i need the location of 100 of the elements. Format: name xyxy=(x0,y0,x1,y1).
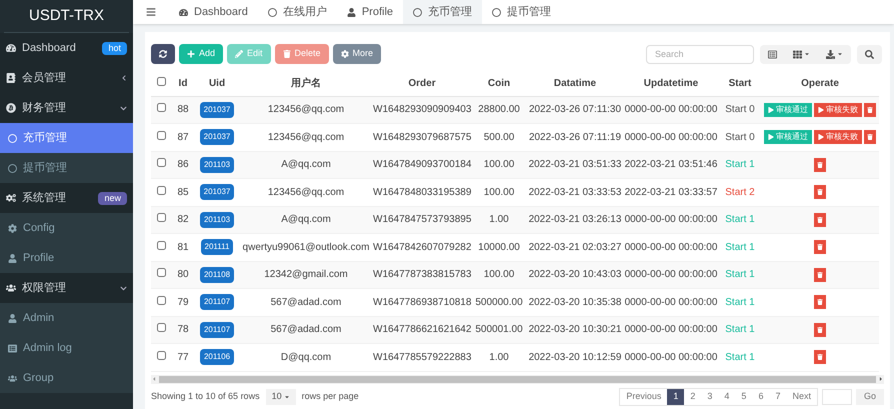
column-header: Id xyxy=(171,72,195,96)
page-link[interactable]: 4 xyxy=(718,388,736,404)
approve-button[interactable]: 审核通过 xyxy=(764,102,812,117)
row-checkbox[interactable] xyxy=(156,296,166,305)
status-text: Start 1 xyxy=(719,206,761,234)
approve-button[interactable]: 审核通过 xyxy=(764,130,812,144)
scrollbar-thumb[interactable] xyxy=(159,376,876,382)
user-icon xyxy=(8,254,17,262)
table-cell: W1648293079687575 xyxy=(373,124,471,151)
status-text: Start 1 xyxy=(719,261,761,288)
row-checkbox[interactable] xyxy=(156,103,166,112)
page-link[interactable]: 1 xyxy=(667,388,684,404)
delete-row-button[interactable] xyxy=(864,102,876,117)
sidebar-subitem[interactable]: 提币管理 xyxy=(0,153,133,183)
caret-icon xyxy=(284,394,290,400)
page-link[interactable]: 5 xyxy=(735,388,752,404)
sidebar-item[interactable]: 会员管理 xyxy=(0,63,133,93)
page-link[interactable]: 6 xyxy=(752,388,770,404)
row-checkbox[interactable] xyxy=(156,213,166,222)
row-checkbox[interactable] xyxy=(156,130,166,140)
delete-row-button[interactable] xyxy=(814,268,826,282)
delete-row-button[interactable] xyxy=(814,158,826,172)
delete-row-button[interactable] xyxy=(814,212,826,227)
table-cell: 2022-03-20 10:35:38 xyxy=(527,288,623,316)
horizontal-scrollbar[interactable] xyxy=(151,374,884,384)
tab-label: Profile xyxy=(362,4,394,20)
page-link[interactable]: Next xyxy=(786,388,817,404)
table-cell: 2022-03-21 02:03:27 xyxy=(527,234,623,261)
row-checkbox[interactable] xyxy=(156,158,166,168)
table-cell: 567@adad.com xyxy=(239,316,373,344)
status-text: Start 0 xyxy=(719,96,761,124)
table-cell: W1648293090909403 xyxy=(373,96,471,124)
table-cell: 0000-00-00 00:00:00 xyxy=(623,206,719,234)
sidebar-subitem[interactable]: Profile xyxy=(0,243,133,273)
sidebar-label: 提币管理 xyxy=(23,160,67,176)
delete-row-button[interactable] xyxy=(864,130,876,144)
uid-badge: 201103 xyxy=(200,212,234,228)
sidebar-item[interactable]: Dashboard hot xyxy=(0,33,133,63)
column-header: Start xyxy=(719,72,761,96)
menu-icon[interactable] xyxy=(146,7,156,17)
table-cell: 123456@qq.com xyxy=(239,96,373,124)
table-cell: 12342@gmail.com xyxy=(239,261,373,288)
table-cell: 0000-00-00 00:00:00 xyxy=(623,96,719,124)
add-button[interactable]: Add xyxy=(179,44,224,64)
page-link[interactable]: 2 xyxy=(684,388,702,404)
row-checkbox[interactable] xyxy=(156,268,166,278)
table-cell: W1647847573793895 xyxy=(373,206,471,234)
sidebar-subitem[interactable]: Admin log xyxy=(0,333,133,363)
delete-row-button[interactable] xyxy=(814,240,826,254)
status-text: Start 1 xyxy=(719,316,761,344)
page-link[interactable]: Previous xyxy=(620,388,668,404)
uid-badge: 201108 xyxy=(200,266,234,283)
nav-tab[interactable]: 提币管理 xyxy=(482,0,562,24)
page-link[interactable]: 3 xyxy=(701,388,718,404)
table-cell: 0000-00-00 00:00:00 xyxy=(623,288,719,316)
uid-badge: 201106 xyxy=(200,349,234,366)
table-cell: 123456@qq.com xyxy=(239,124,373,151)
sidebar-badge: hot xyxy=(102,42,127,54)
sidebar-item[interactable]: 权限管理 xyxy=(0,273,133,303)
reject-button[interactable]: 审核失败 xyxy=(814,130,862,144)
search-button[interactable] xyxy=(857,44,882,64)
table-cell: 2022-03-20 10:43:03 xyxy=(527,261,623,288)
nav-tab[interactable]: 充币管理 xyxy=(403,0,482,24)
nav-tab[interactable]: Profile xyxy=(336,0,404,24)
column-header: Updatetime xyxy=(623,72,719,96)
sidebar-item[interactable]: 财务管理 xyxy=(0,93,133,123)
trash-icon xyxy=(817,299,823,306)
sidebar-subitem[interactable]: Group xyxy=(0,363,133,393)
row-checkbox[interactable] xyxy=(156,240,166,250)
row-checkbox[interactable] xyxy=(156,350,166,360)
table-cell: 1.00 xyxy=(471,344,527,371)
delete-row-button[interactable] xyxy=(814,350,826,364)
delete-row-button[interactable] xyxy=(814,185,826,200)
table-cell: 100.00 xyxy=(471,151,527,178)
page-link[interactable]: 7 xyxy=(769,388,786,404)
status-text: Start 1 xyxy=(719,344,761,371)
more-button[interactable]: More xyxy=(332,44,382,64)
trash-icon xyxy=(817,354,823,360)
row-checkbox[interactable] xyxy=(156,323,166,332)
go-button[interactable]: Go xyxy=(856,388,884,404)
search-field[interactable]: Search xyxy=(646,44,754,64)
nav-tab[interactable]: 在线用户 xyxy=(258,0,337,24)
select-all-checkbox[interactable] xyxy=(156,77,166,86)
sidebar-subitem[interactable]: Admin xyxy=(0,303,133,333)
page-number-field[interactable] xyxy=(822,388,852,404)
sidebar-item[interactable]: 系统管理 new xyxy=(0,183,133,213)
sidebar-subitem[interactable]: 充币管理 xyxy=(0,123,133,153)
table-cell: 87 xyxy=(171,124,195,151)
reject-button[interactable]: 审核失败 xyxy=(814,102,862,117)
table-cell: 86 xyxy=(171,151,195,178)
sidebar-subitem[interactable]: Config xyxy=(0,213,133,243)
delete-row-button[interactable] xyxy=(814,322,826,337)
row-checkbox[interactable] xyxy=(156,186,166,195)
page-size-select[interactable]: 10 xyxy=(266,388,296,404)
tab-label: 充币管理 xyxy=(428,4,472,20)
nav-tab[interactable]: Dashboard xyxy=(169,0,258,24)
delete-row-button[interactable] xyxy=(814,295,826,310)
table-cell: 2022-03-26 07:11:30 xyxy=(527,96,623,124)
refresh-button[interactable] xyxy=(151,44,175,64)
column-header: Uid xyxy=(195,72,239,96)
